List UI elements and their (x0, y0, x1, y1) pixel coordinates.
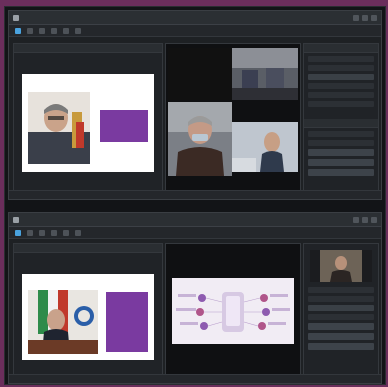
pen-icon[interactable] (51, 229, 57, 236)
action-button[interactable] (308, 343, 374, 350)
action-button[interactable] (308, 169, 374, 176)
list-item[interactable] (308, 65, 374, 71)
speaker-photo (28, 290, 98, 354)
list-item[interactable] (308, 83, 374, 89)
participant-video[interactable] (310, 250, 372, 282)
status-bar (9, 190, 381, 199)
folder-icon[interactable] (75, 229, 81, 236)
list-item[interactable] (308, 140, 374, 146)
list-item[interactable] (308, 305, 374, 311)
title-bar (9, 11, 381, 25)
maximize-icon[interactable] (362, 216, 368, 223)
video-tile-empty-2[interactable] (232, 102, 298, 176)
slide-preview-panel (13, 243, 163, 377)
list-item[interactable] (308, 92, 374, 98)
app-window-top (8, 10, 382, 200)
video-grid-panel (165, 43, 301, 193)
crop-icon[interactable] (63, 27, 69, 34)
window-controls (353, 14, 377, 21)
slide-preview[interactable] (22, 274, 154, 360)
toolbar (9, 25, 381, 37)
action-button[interactable] (308, 323, 374, 330)
video-tile-room[interactable] (232, 48, 298, 100)
image-icon[interactable] (39, 229, 45, 236)
list-item[interactable] (308, 296, 374, 302)
list-item[interactable] (308, 287, 374, 293)
select-icon[interactable] (15, 27, 21, 34)
pen-icon[interactable] (51, 27, 57, 34)
select-icon[interactable] (15, 229, 21, 236)
app-icon (13, 14, 19, 21)
status-bar (9, 374, 381, 383)
window-controls (353, 216, 377, 223)
video-tile-speaker[interactable] (168, 102, 232, 176)
minimize-icon[interactable] (353, 216, 359, 223)
action-button[interactable] (308, 159, 374, 166)
list-item[interactable] (308, 314, 374, 320)
list-item[interactable] (308, 74, 374, 80)
toolbar (9, 227, 381, 239)
sidebar-section-header (304, 119, 378, 128)
infographic-graphic (176, 292, 290, 332)
list-item[interactable] (308, 101, 374, 107)
action-button[interactable] (308, 149, 374, 156)
folder-icon[interactable] (75, 27, 81, 34)
panel-header (14, 244, 162, 253)
grid-icon[interactable] (27, 229, 33, 236)
app-icon (13, 216, 19, 223)
action-button[interactable] (308, 333, 374, 340)
maximize-icon[interactable] (362, 14, 368, 21)
title-bar (9, 213, 381, 227)
close-icon[interactable] (371, 14, 377, 21)
grid-icon[interactable] (27, 27, 33, 34)
sidebar (303, 43, 379, 193)
close-icon[interactable] (371, 216, 377, 223)
sidebar (303, 243, 379, 377)
sidebar-header (304, 44, 378, 53)
video-tile-empty[interactable] (168, 48, 232, 100)
list-item[interactable] (308, 56, 374, 62)
speaker-card (100, 110, 148, 142)
shared-slide-panel (165, 243, 301, 377)
slide-preview[interactable] (22, 74, 154, 172)
speaker-card (106, 292, 148, 352)
app-window-bottom (8, 212, 382, 384)
speaker-photo (28, 92, 90, 164)
list-item[interactable] (308, 131, 374, 137)
crop-icon[interactable] (63, 229, 69, 236)
image-icon[interactable] (39, 27, 45, 34)
shared-slide[interactable] (172, 278, 294, 344)
panel-header (14, 44, 162, 53)
minimize-icon[interactable] (353, 14, 359, 21)
slide-preview-panel (13, 43, 163, 193)
